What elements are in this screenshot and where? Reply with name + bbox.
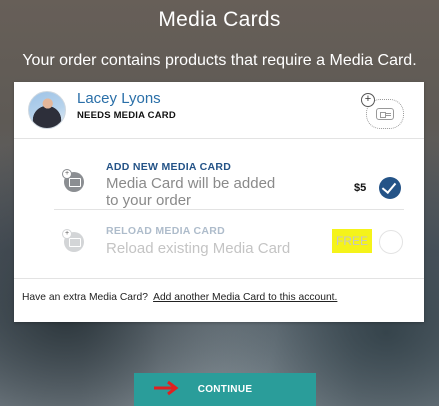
checkmark-icon[interactable] — [379, 177, 401, 199]
option-description: Reload existing Media Card — [106, 240, 291, 257]
avatar — [28, 91, 66, 129]
footer-text: Have an extra Media Card? Add another Me… — [22, 292, 337, 303]
person-status: NEEDS MEDIA CARD — [77, 110, 176, 121]
page-subtitle: Your order contains products that requir… — [22, 52, 417, 69]
option-title: ADD NEW MEDIA CARD — [106, 161, 232, 173]
divider — [54, 209, 404, 210]
media-card-icon: + — [62, 169, 84, 192]
media-card-icon: + — [62, 229, 84, 252]
plus-icon: + — [361, 93, 375, 107]
add-another-media-card-link[interactable]: Add another Media Card to this account. — [153, 292, 337, 303]
radio-button[interactable] — [379, 230, 403, 254]
media-card-icon: + — [361, 93, 404, 129]
divider — [14, 138, 424, 139]
page-title: Media Cards — [158, 8, 281, 31]
red-arrow-icon — [154, 380, 179, 396]
divider — [14, 278, 424, 279]
footer-prompt: Have an extra Media Card? — [22, 292, 148, 303]
option-price: $5 — [354, 182, 367, 194]
option-title: RELOAD MEDIA CARD — [106, 225, 226, 237]
person-name: Lacey Lyons — [77, 90, 161, 107]
option-description: Media Card will be added to your order — [106, 175, 276, 209]
continue-label: CONTINUE — [197, 384, 253, 395]
media-card-panel: Lacey Lyons NEEDS MEDIA CARD + + ADD NEW… — [14, 82, 424, 322]
option-price-badge: FREE — [332, 229, 372, 253]
